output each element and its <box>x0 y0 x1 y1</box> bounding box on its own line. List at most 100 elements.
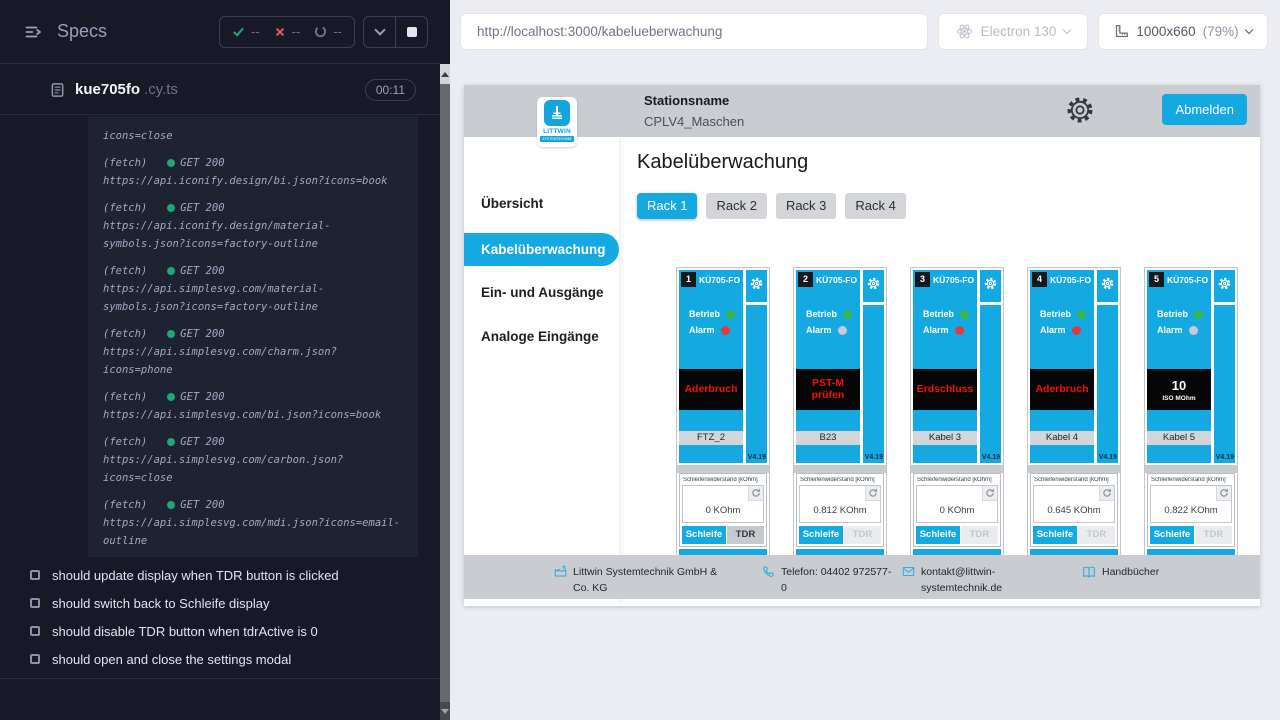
measurement-value-box: 0 KOhm <box>682 485 764 523</box>
test-list-item[interactable]: should update display when TDR button is… <box>0 561 440 589</box>
test-list-item[interactable]: should disable TDR button when tdrActive… <box>0 617 440 645</box>
schleife-button[interactable]: Schleife <box>916 526 960 544</box>
refresh-button[interactable] <box>1099 486 1114 501</box>
logout-button[interactable]: Abmelden <box>1162 94 1247 125</box>
log-entry[interactable]: (fetch)GET 200 https://api.simplesvg.com… <box>103 496 406 550</box>
device-card: 5 KÜ705-FO Betrieb Alarm 10 ISO MOhm <box>1144 267 1238 563</box>
device-main-column: 1 KÜ705-FO Betrieb Alarm Aderbruch <box>679 270 743 463</box>
device-settings-button[interactable] <box>1097 270 1118 302</box>
device-side-panel: V4.19 <box>746 305 767 463</box>
measurement-value-box: 0.645 KOhm <box>1033 485 1115 523</box>
log-entry[interactable]: (fetch)GET 200 https://api.simplesvg.com… <box>103 433 406 487</box>
log-entry[interactable]: (fetch)GET 200 https://api.iconify.desig… <box>103 154 406 190</box>
device-front: 5 KÜ705-FO Betrieb Alarm 10 ISO MOhm <box>1147 270 1235 463</box>
viewport-selector[interactable]: 1000x660 (79%) <box>1098 13 1268 50</box>
device-settings-button[interactable] <box>1214 270 1235 302</box>
sidebar-item-kabelueberwachung[interactable]: Kabelüberwachung <box>464 233 619 266</box>
device-number-badge: 1 <box>681 272 696 287</box>
log-entry[interactable]: (fetch)GET 200 https://api.simplesvg.com… <box>103 388 406 424</box>
collapse-chevron-button[interactable] <box>364 17 395 47</box>
test-state-icon <box>30 626 40 636</box>
schleife-button[interactable]: Schleife <box>682 526 726 544</box>
device-main-column: 2 KÜ705-FO Betrieb Alarm PST-M prüfen <box>796 270 860 463</box>
measurement-value-box: 0.812 KOhm <box>799 485 881 523</box>
measurement-panel: Schleifenwiderstand [kOhm] 0 KOhm Schlei… <box>913 473 1001 547</box>
command-log: icons=close (fetch)GET 200 https://api.i… <box>88 116 418 557</box>
schleife-button[interactable]: Schleife <box>1150 526 1194 544</box>
tab-rack-3[interactable]: Rack 3 <box>776 193 836 219</box>
measurement-label: Schleifenwiderstand [kOhm] <box>917 477 998 483</box>
specs-header[interactable]: Specs <box>24 21 107 42</box>
electron-atom-icon <box>956 23 973 40</box>
settings-gear-icon[interactable] <box>1066 96 1094 124</box>
device-front: 1 KÜ705-FO Betrieb Alarm Aderbruch <box>679 270 767 463</box>
scrollbar-down-button[interactable] <box>440 702 450 720</box>
sidebar-item-ein-und-ausgaenge[interactable]: Ein- und Ausgänge <box>464 276 604 310</box>
refresh-button[interactable] <box>1216 486 1231 501</box>
log-entry-url: https://api.simplesvg.com/bi.json?icons=… <box>103 406 406 424</box>
test-title: should disable TDR button when tdrActive… <box>52 624 318 639</box>
url-input[interactable] <box>477 24 911 39</box>
refresh-button[interactable] <box>865 486 880 501</box>
tdr-button[interactable]: TDR <box>727 526 764 544</box>
tab-rack-4[interactable]: Rack 4 <box>845 193 905 219</box>
betrieb-led <box>960 310 969 319</box>
spec-file-row[interactable]: kue705fo .cy.ts 00:11 <box>0 65 440 115</box>
tdr-button[interactable]: TDR <box>1195 526 1232 544</box>
log-entry[interactable]: (fetch)GET 200 https://api.iconify.desig… <box>103 199 406 253</box>
log-entry-head: (fetch)GET 200 <box>103 199 406 217</box>
littwin-logo-icon <box>544 100 570 126</box>
footer-email-text: kontakt@littwin-systemtechnik.de <box>921 564 1024 597</box>
specs-title-label: Specs <box>57 21 107 42</box>
betrieb-led-row: Betrieb <box>1040 309 1086 319</box>
tab-rack-2[interactable]: Rack 2 <box>706 193 766 219</box>
device-settings-button[interactable] <box>980 270 1001 302</box>
tdr-button[interactable]: TDR <box>961 526 998 544</box>
device-side-panel: V4.19 <box>1097 305 1118 463</box>
refresh-button[interactable] <box>982 486 997 501</box>
schleife-button[interactable]: Schleife <box>1033 526 1077 544</box>
log-entry-url: https://api.iconify.design/material-symb… <box>103 217 406 253</box>
test-list: should update display when TDR button is… <box>0 561 440 673</box>
device-settings-button[interactable] <box>746 270 767 302</box>
device-side-column: V4.19 <box>863 270 884 463</box>
pending-circle-icon <box>314 25 327 38</box>
log-entry[interactable]: (fetch)GET 200 https://api.simplesvg.com… <box>103 262 406 316</box>
failed-x-icon <box>274 26 286 38</box>
test-stats[interactable]: -- -- -- <box>219 16 355 48</box>
footer-manuals-link[interactable]: Handbücher <box>1082 564 1159 580</box>
alarm-led <box>838 326 847 335</box>
littwin-logo: LITTWIN SYSTEMTECHNIK <box>537 97 577 147</box>
runner-topbar: Specs -- -- -- <box>0 0 440 64</box>
schleife-button[interactable]: Schleife <box>799 526 843 544</box>
sidebar-item-analoge-eingaenge[interactable]: Analoge Eingänge <box>464 320 599 354</box>
tdr-button[interactable]: TDR <box>1078 526 1115 544</box>
spec-file-name: kue705fo <box>75 81 140 98</box>
tab-rack-1[interactable]: Rack 1 <box>637 193 697 219</box>
device-settings-button[interactable] <box>863 270 884 302</box>
test-list-item[interactable]: should open and close the settings modal <box>0 645 440 673</box>
measurement-panel: Schleifenwiderstand [kOhm] 0 KOhm Schlei… <box>679 473 767 547</box>
refresh-icon <box>751 488 761 498</box>
stop-button[interactable] <box>396 17 427 47</box>
test-list-item[interactable]: should switch back to Schleife display <box>0 589 440 617</box>
measurement-label: Schleifenwiderstand [kOhm] <box>683 477 764 483</box>
panel-scrollbar[interactable] <box>440 0 450 720</box>
display-alarm-text: PST-M prüfen <box>796 378 860 401</box>
browser-selector[interactable]: Electron 130 <box>938 13 1088 50</box>
alarm-label: Alarm <box>923 325 949 335</box>
measurement-label: Schleifenwiderstand [kOhm] <box>800 477 881 483</box>
refresh-button[interactable] <box>748 486 763 501</box>
device-front: 2 KÜ705-FO Betrieb Alarm PST-M prüfen <box>796 270 884 463</box>
sidebar-item-uebersicht[interactable]: Übersicht <box>464 187 543 221</box>
log-entry[interactable]: (fetch)GET 200 https://api.simplesvg.com… <box>103 325 406 379</box>
url-bar[interactable] <box>460 13 928 50</box>
tdr-button[interactable]: TDR <box>844 526 881 544</box>
log-entry-url: https://api.simplesvg.com/charm.json?ico… <box>103 343 406 379</box>
scrollbar-thumb[interactable] <box>440 84 450 702</box>
measurement-value-box: 0 KOhm <box>916 485 998 523</box>
scrollbar-up-button[interactable] <box>440 64 450 84</box>
card-separator <box>1028 465 1120 473</box>
device-side-panel: V4.19 <box>980 305 1001 463</box>
device-model-label: KÜ705-FO <box>933 275 977 285</box>
